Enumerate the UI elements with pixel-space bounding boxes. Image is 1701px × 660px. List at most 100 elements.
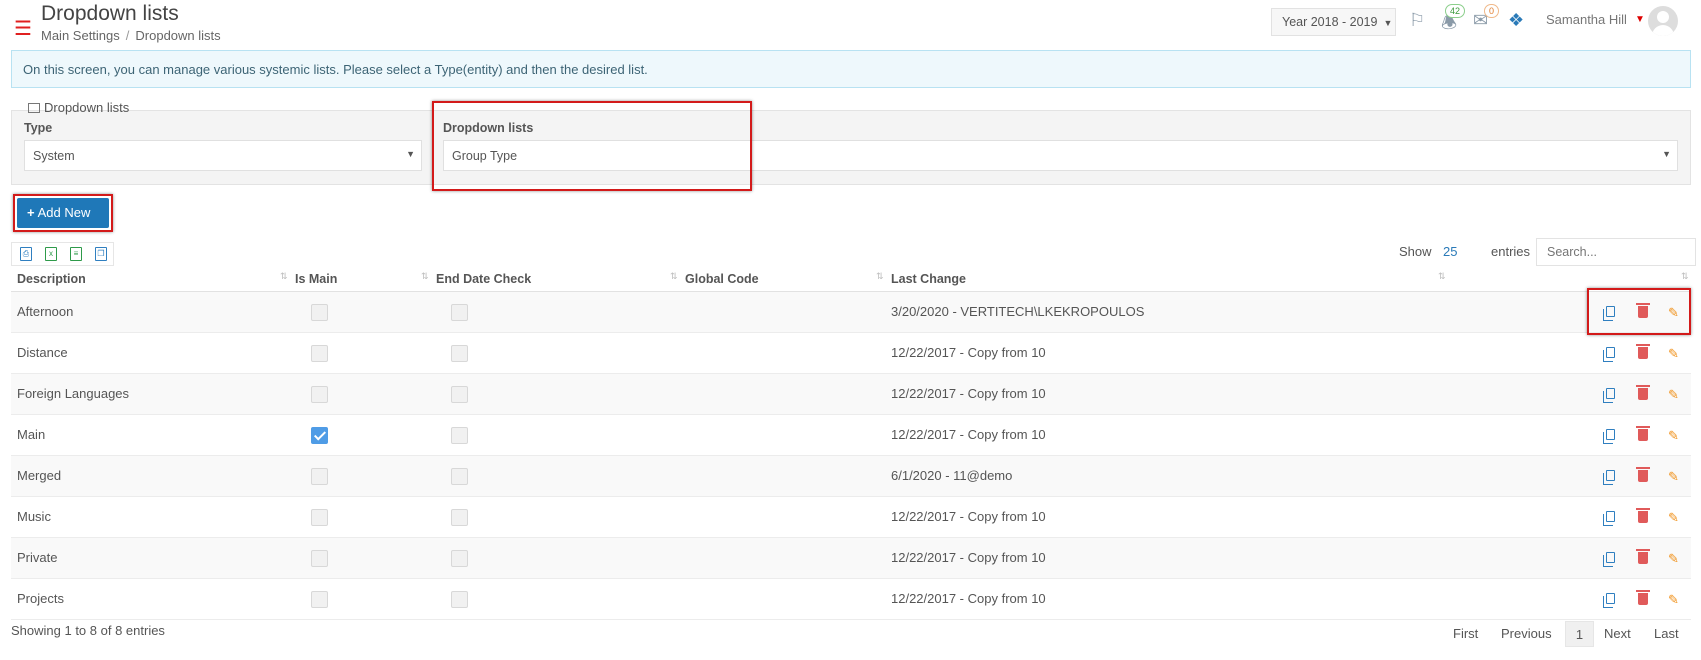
is-main-checkbox[interactable]: [311, 345, 328, 362]
column-header-end-date-check[interactable]: End Date Check: [436, 272, 531, 286]
breadcrumb-main-settings[interactable]: Main Settings: [41, 28, 120, 43]
pagination-last[interactable]: Last: [1654, 626, 1679, 641]
user-caret-icon[interactable]: ▼: [1635, 14, 1645, 25]
table-icon: [28, 103, 40, 113]
table-row: Private 12/22/2017 - Copy from 10 ✎: [11, 538, 1691, 579]
copy-icon[interactable]: [1603, 511, 1615, 526]
end-date-check-checkbox[interactable]: [451, 550, 468, 567]
trash-icon[interactable]: [1636, 549, 1650, 564]
column-header-last-change[interactable]: Last Change: [891, 272, 966, 286]
column-header-description[interactable]: Description: [17, 272, 86, 286]
cell-description: Music: [17, 509, 51, 524]
trash-icon[interactable]: [1636, 467, 1650, 482]
csv-icon[interactable]: ≡: [70, 247, 82, 261]
copy-icon[interactable]: [1603, 347, 1615, 362]
highlight-dropdown-lists: [432, 101, 752, 191]
export-toolbar: ⎙ x ≡ ❐: [11, 242, 114, 266]
table-row: Foreign Languages 12/22/2017 - Copy from…: [11, 374, 1691, 415]
cell-last-change: 12/22/2017 - Copy from 10: [891, 591, 1046, 606]
pagination-first[interactable]: First: [1453, 626, 1478, 641]
year-selector[interactable]: Year 2018 - 2019 ▼: [1271, 8, 1396, 36]
sort-icon[interactable]: ⇅: [1438, 271, 1446, 282]
copy-icon[interactable]: ❐: [95, 247, 107, 261]
cell-last-change: 12/22/2017 - Copy from 10: [891, 345, 1046, 360]
cell-description: Afternoon: [17, 304, 74, 319]
pencil-icon[interactable]: ✎: [1668, 347, 1679, 360]
is-main-checkbox[interactable]: [311, 386, 328, 403]
table-row: Merged 6/1/2020 - 11@demo ✎: [11, 456, 1691, 497]
sort-icon[interactable]: ⇅: [421, 271, 429, 282]
trash-icon[interactable]: [1636, 385, 1650, 400]
copy-icon[interactable]: [1603, 552, 1615, 567]
end-date-check-checkbox[interactable]: [451, 304, 468, 321]
year-selector-label: Year 2018 - 2019: [1282, 15, 1378, 29]
sort-icon[interactable]: ⇅: [670, 271, 678, 282]
end-date-check-checkbox[interactable]: [451, 509, 468, 526]
avatar[interactable]: [1648, 6, 1678, 36]
filter-legend: Dropdown lists: [28, 100, 129, 115]
cell-description: Private: [17, 550, 58, 565]
info-alert: On this screen, you can manage various s…: [11, 50, 1691, 88]
end-date-check-checkbox[interactable]: [451, 591, 468, 608]
pencil-icon[interactable]: ✎: [1668, 388, 1679, 401]
flag-icon[interactable]: ⚐: [1409, 10, 1425, 31]
copy-icon[interactable]: [1603, 593, 1615, 608]
show-label: Show: [1399, 244, 1432, 259]
layers-add-icon[interactable]: ❖: [1508, 10, 1524, 31]
table-row: Main 12/22/2017 - Copy from 10 ✎: [11, 415, 1691, 456]
is-main-checkbox[interactable]: [311, 591, 328, 608]
end-date-check-checkbox[interactable]: [451, 345, 468, 362]
copy-icon[interactable]: [1603, 470, 1615, 485]
table-row: Music 12/22/2017 - Copy from 10 ✎: [11, 497, 1691, 538]
type-label: Type: [24, 121, 53, 135]
end-date-check-checkbox[interactable]: [451, 386, 468, 403]
is-main-checkbox[interactable]: [311, 304, 328, 321]
pencil-icon[interactable]: ✎: [1668, 429, 1679, 442]
cell-last-change: 12/22/2017 - Copy from 10: [891, 550, 1046, 565]
table-info: Showing 1 to 8 of 8 entries: [11, 623, 165, 638]
is-main-checkbox[interactable]: [311, 468, 328, 485]
page-title: Dropdown lists: [41, 2, 179, 25]
copy-icon[interactable]: [1603, 388, 1615, 403]
pagination-current-page[interactable]: 1: [1565, 621, 1594, 647]
trash-icon[interactable]: [1636, 344, 1650, 359]
user-name[interactable]: Samantha Hill: [1546, 12, 1627, 27]
pencil-icon[interactable]: ✎: [1668, 470, 1679, 483]
hamburger-menu-icon[interactable]: ☰: [14, 19, 32, 39]
pencil-icon[interactable]: ✎: [1668, 552, 1679, 565]
type-select[interactable]: System ▼: [24, 140, 422, 171]
is-main-checkbox[interactable]: [311, 427, 328, 444]
page-size-select[interactable]: 25: [1443, 244, 1457, 259]
highlight-row-actions: [1587, 288, 1691, 335]
is-main-checkbox[interactable]: [311, 550, 328, 567]
search-input[interactable]: [1536, 238, 1696, 266]
end-date-check-checkbox[interactable]: [451, 468, 468, 485]
excel-icon[interactable]: x: [45, 247, 57, 261]
sort-icon[interactable]: ⇅: [876, 271, 884, 282]
cell-description: Distance: [17, 345, 68, 360]
trash-icon[interactable]: [1636, 590, 1650, 605]
breadcrumb-dropdown-lists: Dropdown lists: [135, 28, 221, 43]
entries-label: entries: [1491, 244, 1531, 259]
trash-icon[interactable]: [1636, 426, 1650, 441]
caret-down-icon: ▼: [1383, 18, 1393, 28]
pagination-next[interactable]: Next: [1604, 626, 1631, 641]
is-main-checkbox[interactable]: [311, 509, 328, 526]
pagination-previous[interactable]: Previous: [1501, 626, 1552, 641]
cell-description: Main: [17, 427, 46, 442]
column-header-is-main[interactable]: Is Main: [295, 272, 337, 286]
print-icon[interactable]: ⎙: [20, 247, 32, 261]
sort-icon[interactable]: ⇅: [280, 271, 288, 282]
caret-down-icon: ▼: [1662, 149, 1671, 159]
cell-description: Projects: [17, 591, 64, 606]
copy-icon[interactable]: [1603, 429, 1615, 444]
pencil-icon[interactable]: ✎: [1668, 593, 1679, 606]
sort-icon[interactable]: ⇅: [1681, 271, 1689, 282]
end-date-check-checkbox[interactable]: [451, 427, 468, 444]
table-row: Distance 12/22/2017 - Copy from 10 ✎: [11, 333, 1691, 374]
notifications-badge: 42: [1445, 4, 1466, 18]
column-header-global-code[interactable]: Global Code: [685, 272, 759, 286]
table-row: Projects 12/22/2017 - Copy from 10 ✎: [11, 579, 1691, 620]
trash-icon[interactable]: [1636, 508, 1650, 523]
pencil-icon[interactable]: ✎: [1668, 511, 1679, 524]
